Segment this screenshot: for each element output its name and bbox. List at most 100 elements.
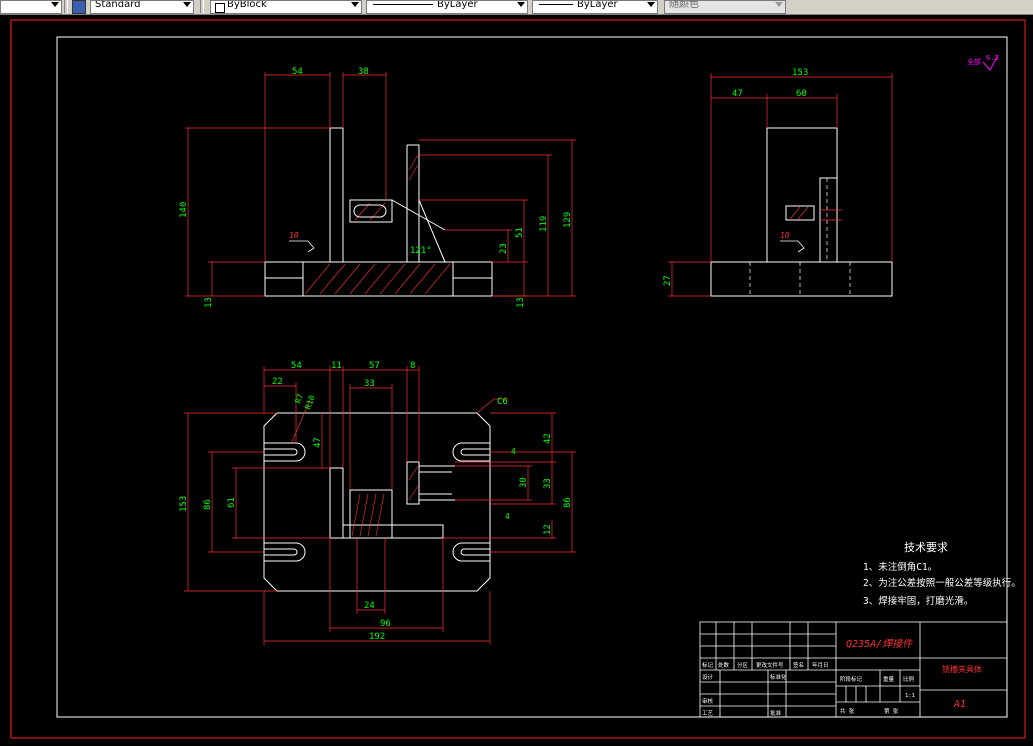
dim-22: 22 [272, 377, 283, 387]
dim-24: 24 [364, 601, 375, 611]
chevron-down-icon [351, 2, 359, 7]
tech-req-heading: 技术要求 [904, 541, 948, 554]
text-style-dropdown[interactable]: Standard [90, 0, 194, 14]
dim-11: 11 [331, 361, 342, 371]
dim-33-top: 33 [364, 379, 375, 389]
label-reviewer: 审核 [702, 697, 714, 705]
dim-47-top: 47 [313, 437, 323, 448]
dim-c6: C6 [497, 397, 508, 407]
dim-33-right: 33 [543, 478, 553, 489]
dim-8: 8 [410, 361, 415, 371]
chevron-down-icon [517, 2, 525, 7]
line-sample-icon [373, 4, 433, 5]
label-sheets: 共 张 [840, 707, 855, 715]
label-sheet: 第 张 [884, 707, 899, 715]
outer-border [10, 19, 1026, 739]
weld-arrow-icon [780, 240, 805, 253]
dim-57: 57 [369, 361, 380, 371]
dim-86-left: 86 [203, 499, 213, 510]
text-style-value: Standard [95, 0, 141, 10]
linetype-value: ByLayer [437, 0, 478, 10]
drawing-number-text: A1 [953, 699, 966, 710]
dim-54: 54 [292, 67, 303, 77]
label-zone: 分区 [737, 661, 749, 669]
dim-13-left: 13 [204, 297, 214, 308]
dim-96: 96 [380, 619, 391, 629]
dim-13-right: 13 [516, 297, 526, 308]
dim-angle: 121° [410, 246, 432, 256]
chevron-down-icon [51, 2, 59, 7]
dim-r10: R10 [303, 394, 316, 411]
dim-4-bottom: 4 [505, 512, 510, 521]
label-change-doc: 更改文件号 [756, 661, 784, 669]
dim-r7: R7 [293, 392, 305, 404]
weld-arrow-icon [289, 240, 315, 253]
chevron-down-icon [647, 2, 655, 7]
label-process: 工艺 [702, 710, 714, 717]
top-view: 54 11 57 8 22 33 R7 R10 C6 47 153 86 61 … [179, 361, 576, 645]
dim-47-side: 47 [732, 89, 743, 99]
label-approve: 批准 [770, 709, 782, 717]
dim-192: 192 [369, 632, 385, 642]
dim-42: 42 [543, 433, 553, 444]
inner-border [56, 36, 1008, 718]
dim-27-side: 27 [663, 275, 673, 286]
dim-51: 51 [515, 227, 525, 238]
side-view: 153 47 60 27 10 [663, 68, 893, 297]
dim-153-top: 153 [179, 496, 189, 512]
label-count: 处数 [718, 661, 730, 669]
material-text: Q235A/焊接件 [846, 638, 913, 650]
toolbar-separator [200, 0, 204, 13]
label-sign: 签名 [793, 661, 804, 669]
dim-38: 38 [358, 67, 369, 77]
label-scale: 比例 [903, 675, 915, 683]
roughness-label: 全部 [967, 57, 981, 66]
technical-requirements: 技术要求 1、未注倒角C1。 2、为注公差按照一般公差等级执行。 3、焊接牢固，… [863, 541, 1021, 607]
color-dropdown[interactable]: ByBlock [210, 0, 362, 14]
part-name-text: 铣槽夹具体 [942, 664, 982, 674]
linetype-dropdown[interactable]: ByLayer [366, 0, 528, 14]
dim-153-side: 153 [792, 68, 808, 78]
dim-54-top: 54 [291, 361, 302, 371]
roughness-mark: 全部 6.3 [967, 54, 999, 71]
label-mark: 标记 [702, 661, 714, 669]
dim-60-side: 60 [796, 89, 807, 99]
chevron-down-icon [183, 2, 191, 7]
toolbar-separator [64, 0, 68, 13]
label-designer: 设计 [702, 673, 714, 681]
weld-size: 10 [289, 231, 299, 240]
dim-23: 23 [499, 243, 509, 254]
tech-req-item-2: 2、为注公差按照一般公差等级执行。 [863, 577, 1021, 589]
layer-dropdown[interactable] [0, 0, 62, 14]
lineweight-dropdown[interactable]: ByLayer [532, 0, 658, 14]
dim-30: 30 [519, 477, 529, 488]
dim-12: 12 [543, 524, 553, 535]
text-style-icon[interactable] [72, 0, 86, 14]
dim-140: 140 [179, 202, 189, 218]
label-standardize: 标准化 [770, 673, 787, 681]
color-value: ByBlock [227, 0, 267, 10]
properties-toolbar: Standard ByBlock ByLayer ByLayer 随颜色 [0, 0, 1033, 15]
dim-119: 119 [539, 216, 549, 232]
lineweight-value: ByLayer [577, 0, 618, 10]
dim-86-right: 86 [563, 497, 573, 508]
line-sample-icon [539, 4, 573, 5]
title-block: Q235A/焊接件 铣槽夹具体 A1 标记 处数 分区 更改文件号 签名 年月日… [699, 621, 1008, 718]
weld-size-side: 10 [780, 231, 790, 240]
tech-req-item-3: 3、焊接牢固，打磨光滑。 [863, 595, 973, 607]
front-view: 54 38 140 13 13 23 51 119 129 121° 10 [179, 67, 576, 308]
drawing-svg[interactable]: 全部 6.3 54 38 140 13 13 23 51 119 129 121… [0, 15, 1033, 742]
drawing-canvas[interactable]: 全部 6.3 54 38 140 13 13 23 51 119 129 121… [0, 15, 1033, 742]
dim-61: 61 [227, 497, 237, 508]
label-ratio: 1:1 [905, 693, 915, 699]
chevron-down-icon [775, 2, 783, 7]
tech-req-item-1: 1、未注倒角C1。 [863, 561, 937, 573]
plot-style-dropdown[interactable]: 随颜色 [664, 0, 786, 14]
label-stage-mark: 阶段标记 [840, 675, 863, 683]
color-swatch-icon [215, 3, 225, 13]
plot-style-value: 随颜色 [669, 0, 699, 10]
label-weight: 重量 [883, 675, 895, 683]
label-date: 年月日 [812, 661, 829, 669]
dim-4-top: 4 [511, 447, 516, 456]
dim-129: 129 [563, 212, 573, 228]
